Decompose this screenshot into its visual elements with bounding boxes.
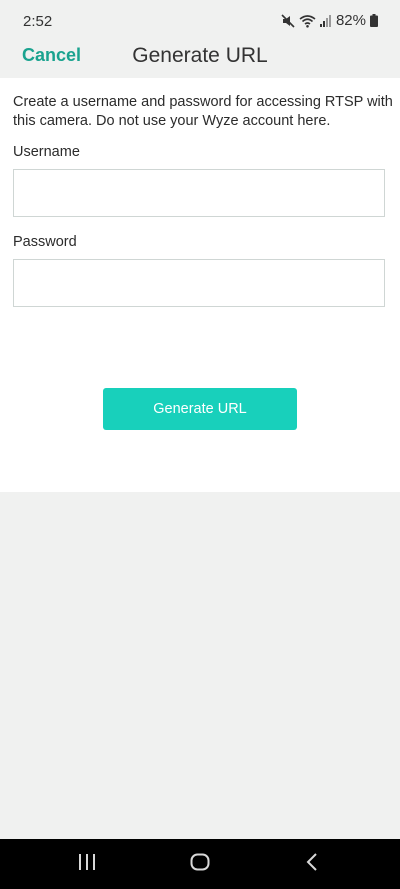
password-label: Password (13, 234, 77, 250)
status-icons: 82% (281, 12, 378, 29)
username-label: Username (13, 144, 80, 160)
form-card: Create a username and password for acces… (0, 78, 400, 492)
android-nav-bar (0, 839, 400, 889)
password-input[interactable] (13, 259, 385, 307)
recent-apps-button[interactable] (57, 839, 117, 889)
status-time: 2:52 (23, 13, 53, 30)
generate-url-button[interactable]: Generate URL (103, 388, 297, 430)
home-button[interactable] (170, 839, 230, 889)
battery-icon (370, 14, 378, 27)
mute-icon (281, 13, 295, 28)
username-input[interactable] (13, 169, 385, 217)
header-bar: Cancel Generate URL (0, 36, 400, 78)
home-icon (190, 853, 210, 876)
recent-apps-icon (78, 853, 96, 875)
intro-text: Create a username and password for acces… (13, 94, 393, 129)
cancel-button[interactable]: Cancel (22, 45, 81, 66)
battery-percent: 82% (335, 12, 366, 29)
signal-icon (319, 14, 332, 27)
back-icon (306, 852, 318, 876)
back-button[interactable] (282, 839, 342, 889)
wifi-icon (299, 14, 316, 28)
